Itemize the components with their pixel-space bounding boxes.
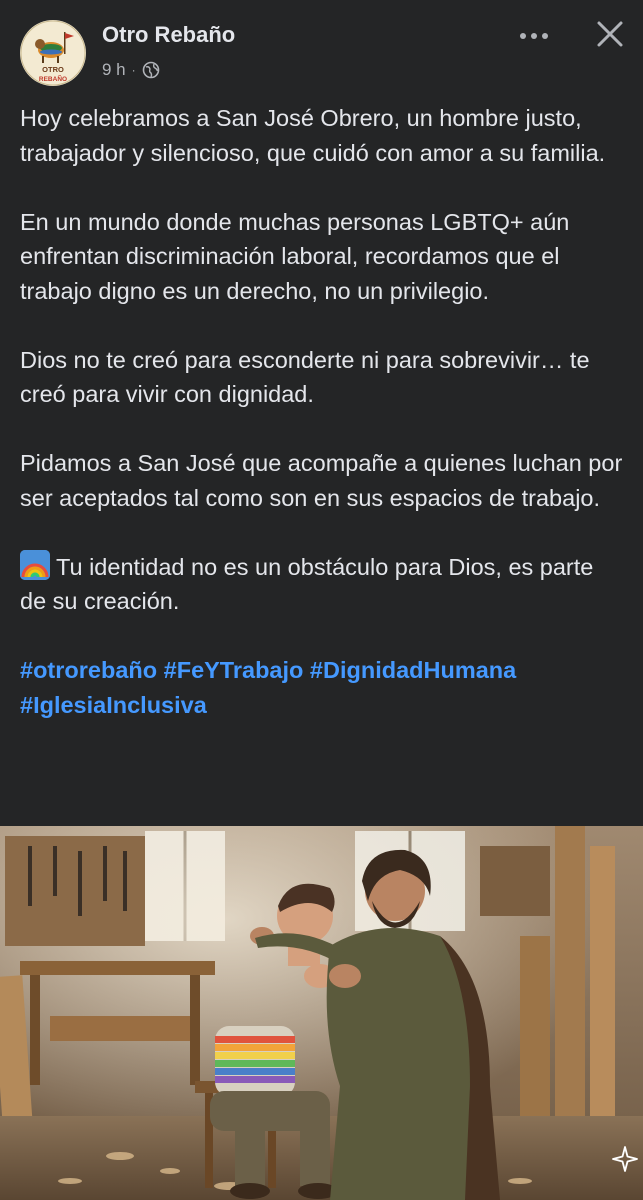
globe-icon (142, 61, 160, 79)
page-name-link[interactable]: Otro Rebaño (102, 22, 235, 48)
close-icon (597, 21, 623, 47)
page-avatar[interactable]: OTRO REBAÑO (20, 20, 86, 86)
more-options-button[interactable] (516, 22, 552, 50)
post-paragraph: En un mundo donde muchas personas LGBTQ+… (20, 208, 570, 304)
rainbow-emoji-icon (20, 549, 50, 580)
svg-text:OTRO: OTRO (42, 65, 64, 74)
workshop-illustration (0, 826, 643, 1200)
hashtag-iglesiainclusiva[interactable]: #IglesiaInclusiva (20, 692, 207, 718)
post-body: Hoy celebramos a San José Obrero, un hom… (20, 101, 625, 722)
sparkle-icon[interactable] (612, 1146, 638, 1172)
hashtag-feytrabajo[interactable]: #FeYTrabajo (164, 657, 304, 683)
post-paragraph: Hoy celebramos a San José Obrero, un hom… (20, 105, 606, 166)
post-paragraph: Pidamos a San José que acompañe a quiene… (20, 450, 623, 511)
emoji-line-text: Tu identidad no es un obstáculo para Dio… (20, 553, 594, 615)
post-image[interactable] (0, 826, 643, 1200)
post-header: OTRO REBAÑO Otro Rebaño 9 h · (0, 0, 643, 100)
hashtag-list: #otrorebaño #FeYTrabajo #DignidadHumana … (20, 653, 625, 722)
post-paragraph: Dios no te creó para esconderte ni para … (20, 346, 590, 408)
post-timestamp[interactable]: 9 h (102, 60, 126, 80)
more-horizontal-icon (520, 33, 548, 39)
hashtag-dignidadhumana[interactable]: #DignidadHumana (310, 657, 516, 683)
post-meta: 9 h · (102, 60, 160, 80)
meta-separator: · (131, 63, 136, 77)
post-paragraph-emoji: Tu identidad no es un obstáculo para Dio… (20, 549, 625, 619)
hashtag-otrorebano[interactable]: #otrorebaño (20, 657, 157, 683)
svg-text:REBAÑO: REBAÑO (39, 74, 67, 83)
close-button[interactable] (590, 14, 630, 54)
